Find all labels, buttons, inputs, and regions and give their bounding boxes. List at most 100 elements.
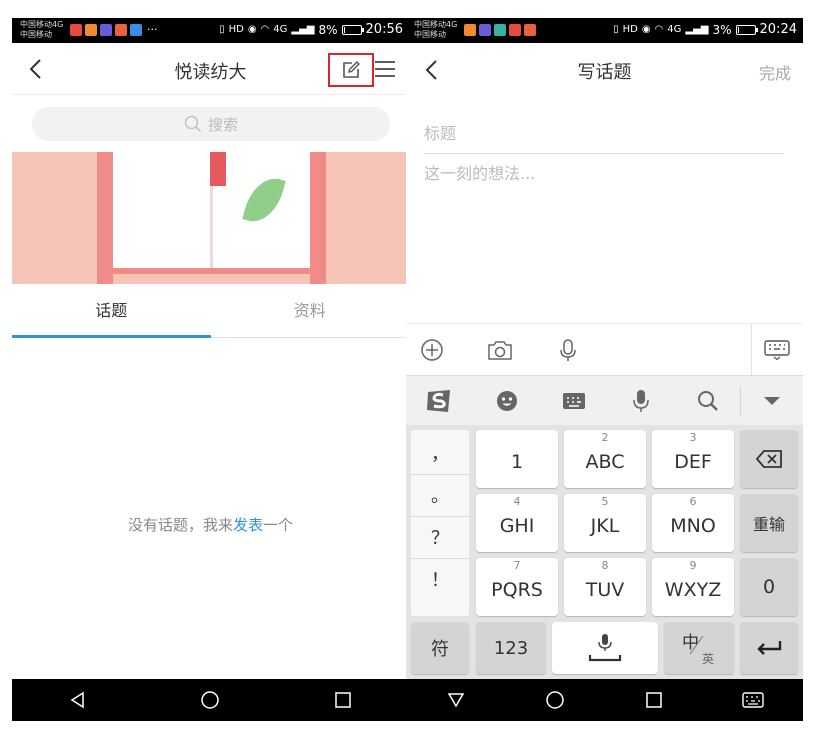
ime-toolbar <box>406 375 803 425</box>
space-mic-icon <box>588 634 622 662</box>
ime-voice-button[interactable] <box>624 385 658 417</box>
key-ghi[interactable]: 4 GHI <box>476 494 558 552</box>
key-label: GHI <box>499 515 535 537</box>
post-link[interactable]: 发表 <box>233 516 263 534</box>
carrier-line2: 中国移动 <box>20 30 52 39</box>
banner-image[interactable] <box>12 152 409 284</box>
key-number: 2 <box>601 431 609 444</box>
nav-back-button[interactable] <box>439 683 473 717</box>
carrier-line1: 中国移动4G <box>20 20 64 29</box>
hd-icon: HD <box>228 24 244 35</box>
wifi-icon: ◠ <box>654 24 664 35</box>
key-number: 7 <box>513 559 521 572</box>
keyboard-icon <box>764 340 790 360</box>
app-notification-icon <box>70 24 82 36</box>
nav-recents-button[interactable] <box>326 683 360 717</box>
reenter-key[interactable]: 重输 <box>740 494 798 552</box>
ime-keyboard: ， 。 ？ ！ 1 2 ABC 3 DEF 4 GHI 5 JKL 6 MNO … <box>406 425 803 679</box>
key-def[interactable]: 3 DEF <box>652 430 734 488</box>
app-notification-icon <box>464 24 476 36</box>
backspace-key[interactable] <box>740 430 798 488</box>
battery-icon <box>341 25 364 35</box>
key-label: ABC <box>585 451 625 473</box>
nav-recents-button[interactable] <box>637 683 671 717</box>
tab-topics[interactable]: 话题 <box>12 284 211 338</box>
key-number: 4 <box>513 495 521 508</box>
key-tuv[interactable]: 8 TUV <box>564 558 646 616</box>
nav-home-button[interactable] <box>193 683 227 717</box>
key-mno[interactable]: 6 MNO <box>652 494 734 552</box>
network-type-label: 4G <box>273 24 288 35</box>
carrier-label: 中国移动4G 中国移动 <box>414 20 457 40</box>
search-bar[interactable]: 搜索 <box>32 107 390 141</box>
voice-button[interactable] <box>552 334 584 366</box>
app-notification-icon <box>115 24 127 36</box>
nav-home-button[interactable] <box>538 683 572 717</box>
empty-state-message: 没有话题，我来发表一个 <box>12 514 409 535</box>
app-notification-icon <box>524 24 536 36</box>
signal-icon: ▂▄▆ <box>685 24 709 35</box>
tab-materials[interactable]: 资料 <box>211 284 410 337</box>
emoji-button[interactable] <box>490 385 524 417</box>
numbers-label: 123 <box>493 637 529 659</box>
ime-logo-button[interactable] <box>422 385 456 417</box>
camera-button[interactable] <box>484 334 516 366</box>
key-pqrs[interactable]: 7 PQRS <box>476 558 558 616</box>
done-button[interactable]: 完成 <box>759 60 791 84</box>
keyboard-layout-button[interactable] <box>557 385 591 417</box>
key-number: 8 <box>601 559 609 572</box>
hide-keyboard-button[interactable] <box>755 385 789 417</box>
symbol-column: ， 。 ？ ！ <box>411 430 469 616</box>
app-notification-icon <box>130 24 142 36</box>
enter-key[interactable] <box>740 622 798 674</box>
compose-toolbar <box>406 323 803 376</box>
eye-icon: ◉ <box>641 24 651 35</box>
key-abc[interactable]: 2 ABC <box>564 430 646 488</box>
key-wxyz[interactable]: 9 WXYZ <box>652 558 734 616</box>
book-cover-left <box>97 152 113 284</box>
language-switch-key[interactable]: 中 英 <box>664 622 734 674</box>
key-jkl[interactable]: 5 JKL <box>564 494 646 552</box>
key-1[interactable]: 1 <box>476 430 558 488</box>
menu-button[interactable] <box>374 59 396 79</box>
status-right: ▯ HD ◉ ◠ 4G ▂▄▆ 3% 20:24 <box>613 22 797 38</box>
numbers-key[interactable]: 123 <box>476 622 546 674</box>
page-title: 写话题 <box>577 62 632 83</box>
symbol-key[interactable]: 。 <box>411 476 469 517</box>
home-circle-icon <box>201 691 220 709</box>
symbol-key[interactable]: ， <box>411 434 469 475</box>
bookmark-ribbon <box>210 152 226 186</box>
key-zero[interactable]: 0 <box>740 558 798 616</box>
battery-fill <box>343 27 345 33</box>
nav-keyboard-button[interactable] <box>736 683 770 717</box>
key-number: 6 <box>689 495 697 508</box>
ime-search-button[interactable] <box>691 385 725 417</box>
app-notification-icon <box>85 24 97 36</box>
symbols-label: 符 <box>431 639 449 660</box>
add-button[interactable] <box>416 334 448 366</box>
hd-icon: HD <box>622 24 638 35</box>
symbol-key[interactable]: ！ <box>411 560 469 601</box>
tab-bar: 话题 资料 <box>12 284 409 338</box>
plus-circle-icon <box>421 339 443 361</box>
empty-prefix: 没有话题，我来 <box>127 516 233 534</box>
nav-back-button[interactable] <box>61 683 95 717</box>
app-notification-icon <box>100 24 112 36</box>
symbols-key[interactable]: 符 <box>411 622 469 674</box>
space-voice-key[interactable] <box>552 622 658 674</box>
wifi-icon: ◠ <box>260 24 270 35</box>
key-number: 9 <box>689 559 697 572</box>
keyboard-toggle-button[interactable] <box>761 334 793 366</box>
triangle-back-icon <box>70 691 84 709</box>
status-right: ▯ HD ◉ ◠ 4G ▂▄▆ 8% 20:56 <box>219 22 403 38</box>
edit-icon <box>343 61 360 78</box>
status-bar: 中国移动4G 中国移动 ▯ HD ◉ ◠ 4G ▂▄▆ 3% 20:24 <box>406 18 803 43</box>
status-bar: 中国移动4G 中国移动 ··· ▯ HD ◉ ◠ 4G ▂▄▆ 8% 20:56 <box>12 18 409 43</box>
system-nav-bar <box>406 679 803 721</box>
content-textarea[interactable] <box>424 160 784 310</box>
symbol-key[interactable]: ？ <box>411 518 469 559</box>
title-input[interactable] <box>424 114 784 154</box>
menu-icon <box>375 61 395 77</box>
microphone-icon <box>560 339 576 361</box>
compose-button[interactable] <box>328 53 374 87</box>
